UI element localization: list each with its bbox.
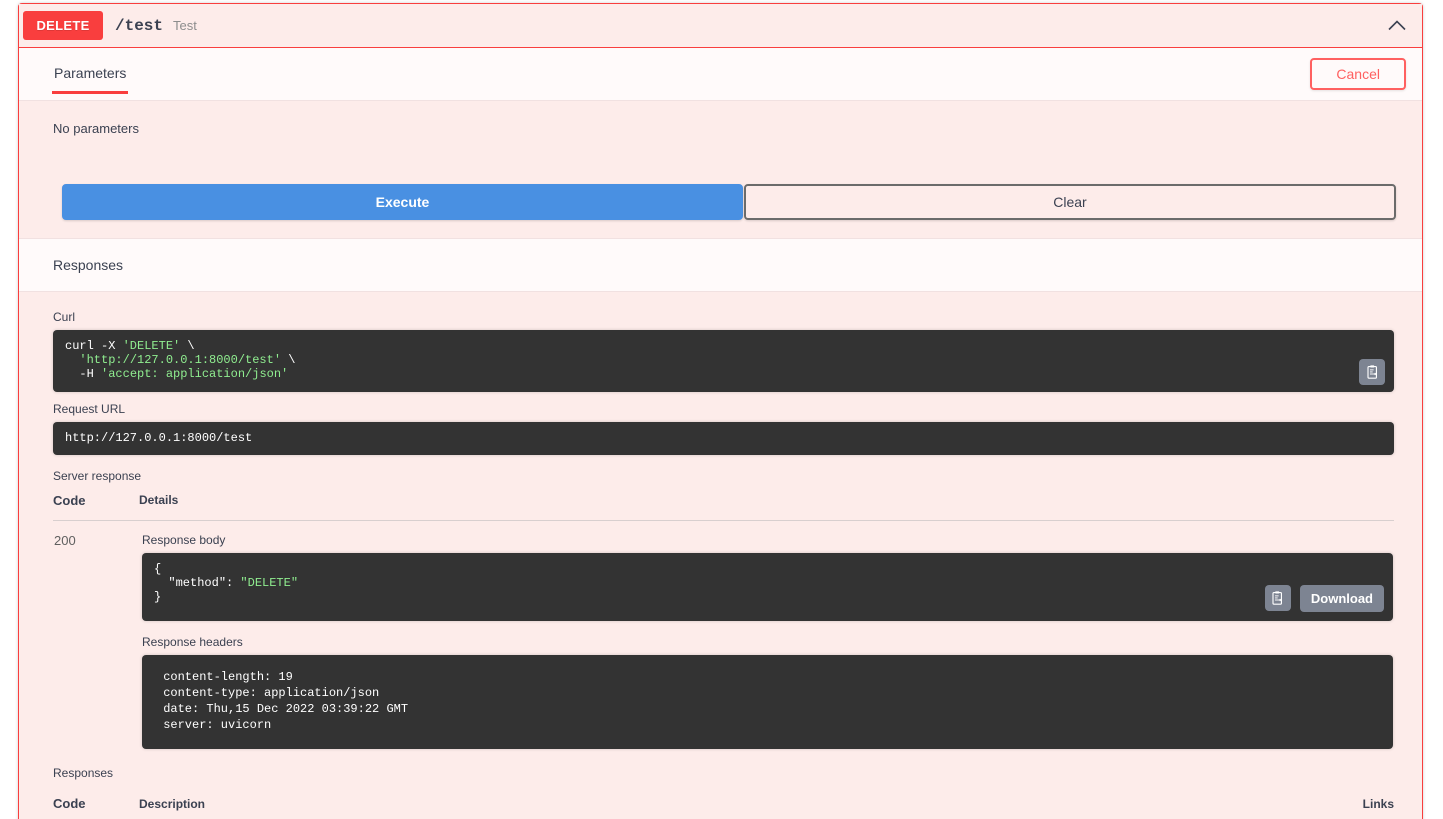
curl-line-1: curl -X 'DELETE' \	[65, 339, 195, 353]
http-method-badge: DELETE	[23, 11, 103, 40]
server-response-details-cell: Response body { "method": "DELETE" } Dow…	[139, 520, 1394, 760]
response-body-brace-close: }	[154, 589, 162, 604]
responses-col-links: Links	[766, 796, 1394, 819]
responses-table-label: Responses	[53, 766, 114, 781]
response-details-wrapper: Curl curl -X 'DELETE' \ 'http://127.0.0.…	[19, 292, 1422, 761]
parameters-body: No parameters Execute Clear	[19, 101, 1422, 238]
tab-parameters[interactable]: Parameters	[52, 51, 129, 97]
response-body-label: Response body	[142, 532, 226, 547]
responses-col-description: Description	[139, 796, 767, 819]
operation-summary-text: Test	[173, 18, 197, 33]
response-headers-label: Response headers	[142, 634, 243, 649]
responses-col-code: Code	[53, 796, 139, 819]
curl-line-2: 'http://127.0.0.1:8000/test' \	[79, 353, 296, 368]
responses-section-header: Responses	[19, 238, 1422, 292]
request-url-value: http://127.0.0.1:8000/test	[65, 431, 253, 446]
operation-summary-header[interactable]: DELETE /test Test	[19, 4, 1422, 48]
response-details-inner: Response body { "method": "DELETE" } Dow…	[140, 533, 1393, 750]
responses-documentation-table: Code Description Links 200 No links	[53, 796, 1394, 819]
copy-to-clipboard-icon[interactable]	[1359, 359, 1385, 386]
responses-table-head: Code Description Links	[53, 796, 1394, 819]
chevron-up-icon[interactable]	[1386, 15, 1408, 37]
response-body-code-block: { "method": "DELETE" } Download	[142, 552, 1393, 621]
table-row: 200 Response body { "method": "DELETE" }	[53, 520, 1394, 760]
server-response-table-head: Code Details	[53, 492, 1394, 521]
responses-heading: Responses	[53, 257, 124, 273]
execute-clear-row: Execute Clear	[62, 184, 1396, 220]
copy-to-clipboard-icon[interactable]	[1264, 585, 1291, 612]
download-button[interactable]: Download	[1299, 584, 1384, 612]
curl-line-3: -H 'accept: application/json'	[65, 367, 289, 382]
response-body-key: "method":	[168, 575, 234, 590]
response-body-actions: Download	[1264, 584, 1384, 612]
server-response-table: Code Details 200 Response body { "method…	[53, 492, 1394, 761]
response-headers-code-block: content-length: 19 content-type: applica…	[142, 654, 1393, 750]
response-body-brace-open: {	[154, 561, 162, 576]
response-body-value: "DELETE"	[240, 575, 299, 590]
responses-header-row: Code Description Links	[53, 796, 1394, 819]
curl-label: Curl	[53, 310, 76, 324]
swagger-operation-page: DELETE /test Test Parameters Cancel No p…	[0, 0, 1443, 819]
execute-button[interactable]: Execute	[62, 184, 743, 220]
server-response-col-code: Code	[53, 492, 139, 521]
cancel-button[interactable]: Cancel	[1310, 58, 1406, 90]
server-response-table-body: 200 Response body { "method": "DELETE" }	[53, 520, 1394, 760]
tab-parameters-label: Parameters	[54, 65, 127, 81]
operation-path: /test	[115, 16, 164, 35]
no-parameters-text: No parameters	[53, 121, 139, 136]
operation-block-delete-test: DELETE /test Test Parameters Cancel No p…	[18, 3, 1423, 819]
server-response-col-details: Details	[139, 492, 1394, 521]
request-url-code-block: http://127.0.0.1:8000/test	[53, 422, 1394, 455]
clear-button[interactable]: Clear	[744, 184, 1396, 220]
server-response-header-row: Code Details	[53, 492, 1394, 521]
curl-code-block: curl -X 'DELETE' \ 'http://127.0.0.1:800…	[53, 330, 1394, 393]
server-response-code: 200	[54, 532, 76, 548]
operation-tab-row: Parameters Cancel	[19, 48, 1422, 101]
request-url-label: Request URL	[53, 402, 126, 417]
server-response-label: Server response	[53, 468, 142, 483]
responses-documentation-section: Responses Code Description Links 200 No …	[19, 760, 1422, 819]
